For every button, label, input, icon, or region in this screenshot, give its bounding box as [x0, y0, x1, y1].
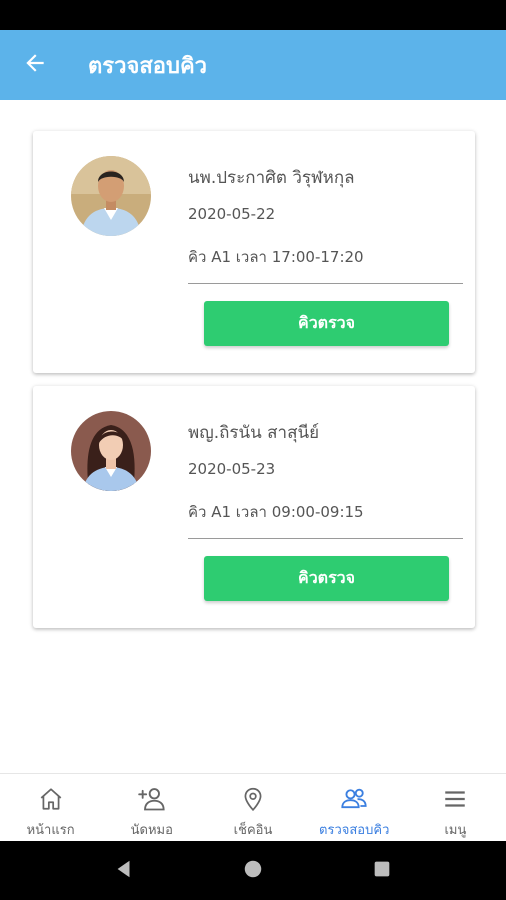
queue-time: คิว A1 เวลา 09:00-09:15	[188, 503, 364, 521]
circle-home-icon	[242, 858, 264, 884]
triangle-back-icon	[113, 858, 135, 884]
queue-time: คิว A1 เวลา 17:00-17:20	[188, 248, 364, 266]
check-queue-button[interactable]: คิวตรวจ	[204, 556, 449, 601]
home-icon	[36, 784, 66, 814]
location-pin-icon	[238, 784, 268, 814]
divider	[188, 538, 463, 539]
square-recents-icon	[371, 858, 393, 884]
appointment-card: พญ.ถิรนัน สาสุนีย์ 2020-05-23 คิว A1 เวล…	[33, 386, 475, 628]
appointment-card: นพ.ประกาศิต วิรุฬหกุล 2020-05-22 คิว A1 …	[33, 131, 475, 373]
page-title: ตรวจสอบคิว	[88, 53, 208, 79]
nav-label: นัดหมอ	[130, 823, 173, 838]
back-button[interactable]	[0, 30, 70, 100]
doctor-name: พญ.ถิรนัน สาสุนีย์	[188, 423, 320, 443]
nav-menu[interactable]: เมนู	[405, 774, 506, 841]
nav-book-doctor[interactable]: นัดหมอ	[101, 774, 202, 841]
doctor-avatar	[71, 411, 151, 491]
nav-label: หน้าแรก	[26, 823, 75, 838]
appointment-date: 2020-05-22	[188, 205, 276, 223]
nav-label: ตรวจสอบคิว	[319, 823, 390, 838]
system-navigation-bar	[0, 841, 506, 900]
status-bar	[0, 0, 506, 30]
queue-list: นพ.ประกาศิต วิรุฬหกุล 2020-05-22 คิว A1 …	[0, 100, 506, 773]
app-bar: ตรวจสอบคิว	[0, 30, 506, 100]
menu-icon	[440, 784, 470, 814]
users-icon	[339, 784, 369, 814]
nav-label: เช็คอิน	[233, 823, 273, 838]
nav-home[interactable]: หน้าแรก	[0, 774, 101, 841]
nav-check-queue[interactable]: ตรวจสอบคิว	[304, 774, 405, 841]
divider	[188, 283, 463, 284]
arrow-left-icon	[22, 50, 48, 80]
nav-check-in[interactable]: เช็คอิน	[202, 774, 303, 841]
bottom-navigation: หน้าแรก นัดหมอ เช็คอิน ตรวจสอบคิว เมนู	[0, 773, 506, 841]
system-back-button[interactable]	[104, 851, 144, 891]
doctor-avatar	[71, 156, 151, 236]
nav-label: เมนู	[444, 823, 467, 838]
check-queue-button[interactable]: คิวตรวจ	[204, 301, 449, 346]
add-user-icon	[137, 784, 167, 814]
system-recents-button[interactable]	[362, 851, 402, 891]
system-home-button[interactable]	[233, 851, 273, 891]
appointment-date: 2020-05-23	[188, 460, 276, 478]
doctor-name: นพ.ประกาศิต วิรุฬหกุล	[188, 168, 355, 188]
